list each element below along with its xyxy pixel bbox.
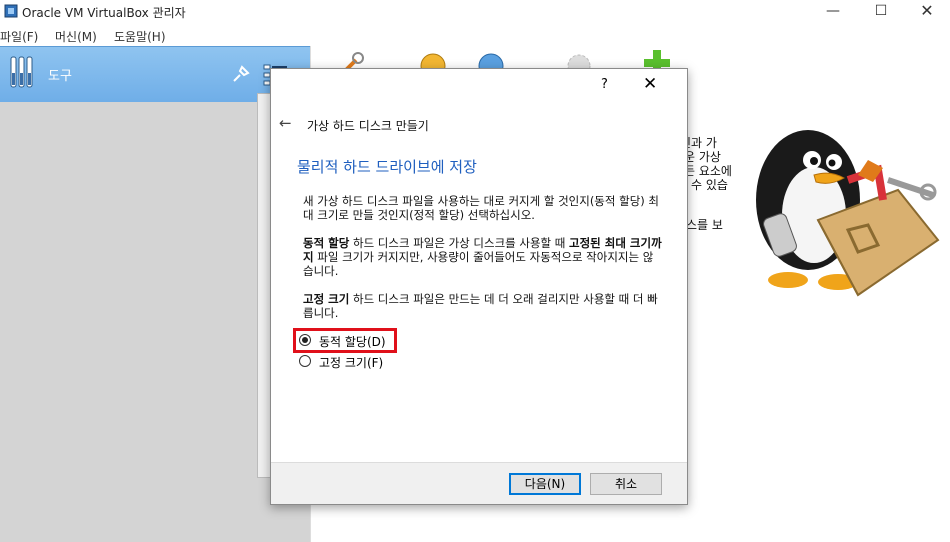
tools-label: 도구 [48, 69, 72, 84]
tools-icon [10, 56, 33, 88]
intro-text: 새 가상 하드 디스크 파일을 사용하는 대로 커지게 할 것인지(동적 할당)… [303, 194, 660, 222]
dynamic-text-1: 하드 디스크 파일은 가상 디스크를 사용할 때 [349, 236, 570, 250]
pin-icon[interactable] [230, 63, 252, 85]
radio-fixed-label[interactable]: 고정 크기(F) [319, 354, 383, 371]
create-virtual-hard-disk-dialog: ? ✕ ← 가상 하드 디스크 만들기 물리적 하드 드라이브에 저장 새 가상… [270, 68, 688, 505]
window-title: Oracle VM VirtualBox 관리자 [22, 6, 186, 20]
dialog-footer: 다음(N) 취소 [271, 462, 687, 504]
next-button[interactable]: 다음(N) [509, 473, 581, 495]
dynamic-text-2: 파일 크기가 커지지만, 사용량이 줄어들어도 자동적으로 작아지지는 않습니다… [303, 250, 654, 278]
page-heading: 물리적 하드 드라이브에 저장 [297, 158, 477, 176]
fixed-term: 고정 크기 [303, 292, 350, 306]
back-arrow-button[interactable]: ← [279, 114, 292, 132]
dynamic-description: 동적 할당 하드 디스크 파일은 가상 디스크를 사용할 때 고정된 최대 크기… [303, 236, 663, 278]
fixed-text: 하드 디스크 파일은 만드는 데 더 오래 걸리지만 사용할 때 더 빠릅니다. [303, 292, 658, 320]
close-window-button[interactable]: ✕ [904, 0, 950, 24]
cancel-button[interactable]: 취소 [590, 473, 662, 495]
help-button[interactable]: ? [601, 77, 608, 92]
welcome-line-4: 수 있습 [691, 178, 728, 192]
menu-machine[interactable]: 머신(M) [55, 28, 97, 45]
radio-dynamic-label[interactable]: 동적 할당(D) [319, 333, 386, 350]
maximize-button[interactable]: ☐ [858, 0, 904, 24]
fixed-description: 고정 크기 하드 디스크 파일은 만드는 데 더 오래 걸리지만 사용할 때 더… [303, 292, 663, 320]
wizard-title: 가상 하드 디스크 만들기 [307, 119, 429, 133]
minimize-button[interactable]: — [810, 0, 856, 24]
welcome-line-3: 든 요소에 [684, 164, 732, 178]
menu-bar: 파일(F) 머신(M) 도움말(H) [0, 26, 950, 46]
welcome-line-5: 스를 보 [686, 218, 723, 232]
radio-dynamic[interactable] [299, 334, 311, 346]
welcome-line-2: 운 가상 [684, 150, 721, 164]
radio-fixed[interactable] [299, 355, 311, 367]
title-bar: Oracle VM VirtualBox 관리자 — ☐ ✕ [0, 0, 950, 24]
dialog-close-button[interactable]: ✕ [643, 74, 657, 94]
penguin-toolbox-illustration [756, 130, 940, 297]
menu-file[interactable]: 파일(F) [0, 28, 38, 45]
virtualbox-icon [4, 4, 18, 18]
menu-help[interactable]: 도움말(H) [114, 28, 166, 45]
dynamic-term: 동적 할당 [303, 236, 350, 250]
